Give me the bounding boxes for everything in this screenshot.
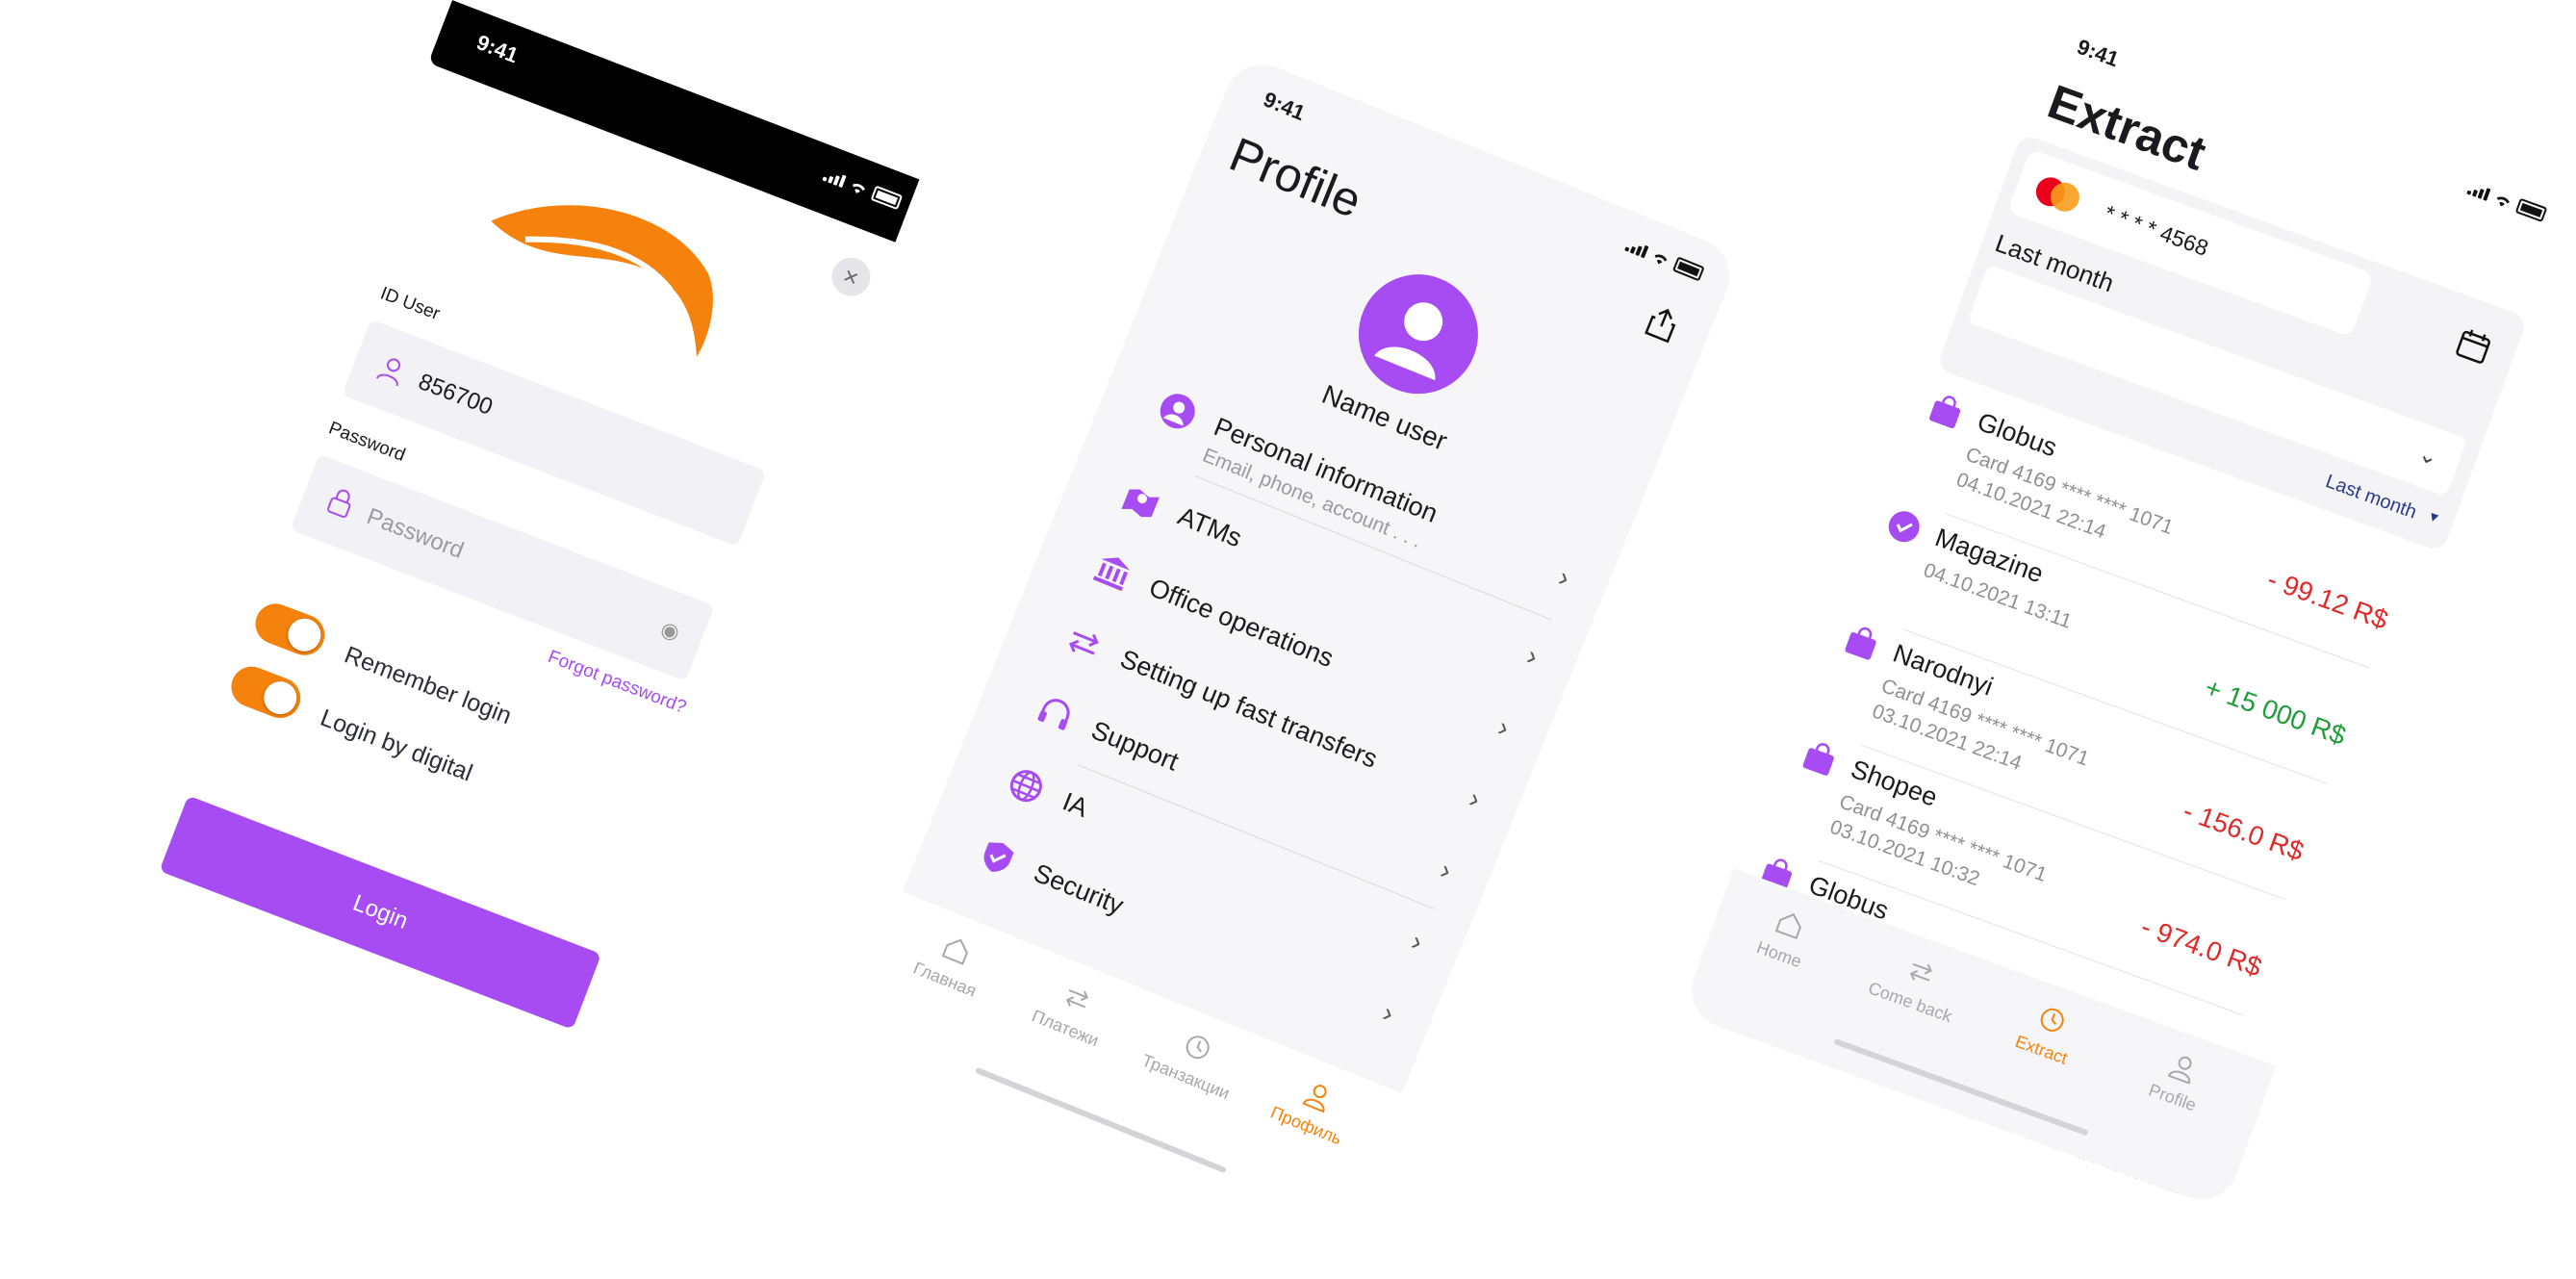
profile-menu: Personal information Email, phone, accou… (983, 53, 1741, 1028)
brand-logo (491, 205, 713, 357)
profile-screen: 9:41 Profile Name user Personal informat… (837, 53, 1742, 1255)
password-input[interactable]: Password (363, 503, 467, 565)
battery-icon (870, 185, 904, 211)
history-icon (2040, 1008, 2064, 1032)
home-icon (1774, 913, 1801, 940)
chevron-right-icon: › (1465, 782, 1485, 814)
close-button[interactable]: × (826, 251, 877, 302)
transaction-amount: - 974.0 R$ (2136, 910, 2266, 983)
shield-icon (983, 842, 1014, 872)
wifi-icon (1654, 254, 1668, 265)
status-icons (2466, 180, 2548, 222)
remember-toggle[interactable] (249, 598, 331, 661)
chevron-right-icon: › (1554, 561, 1574, 594)
map-pin-icon (1121, 489, 1160, 518)
user-icon (1302, 1085, 1327, 1113)
login-screen: 9:41 × ID User 856700 Password Password … (66, 0, 920, 1186)
user-circle-icon (1160, 394, 1195, 429)
status-time: 9:41 (472, 30, 523, 68)
calendar-icon[interactable] (2453, 325, 2495, 368)
chevron-down-icon: ⌄ (2414, 440, 2442, 472)
avatar (1358, 274, 1478, 395)
wifi-icon (2496, 196, 2510, 207)
tab-extract[interactable]: Extract (1979, 985, 2116, 1082)
menu-label: Support (1087, 715, 1183, 777)
digital-toggle[interactable] (225, 660, 307, 725)
share-icon[interactable] (1643, 303, 1682, 345)
bag-icon (1929, 396, 1961, 429)
tab-label: Профиль (1267, 1102, 1345, 1149)
signal-icon (2466, 182, 2491, 201)
tab-profile[interactable]: Профиль (1244, 1060, 1382, 1159)
mastercard-icon (2035, 177, 2079, 212)
transaction-amount: - 156.0 R$ (2179, 795, 2308, 867)
login-button-label: Login (349, 889, 412, 934)
signal-icon (1624, 239, 1649, 258)
page-title: Profile (1222, 127, 1369, 229)
tab-home[interactable]: Главная (883, 913, 1021, 1012)
history-icon (1186, 1036, 1210, 1060)
menu-label: ATMs (1173, 500, 1246, 553)
battery-icon (2514, 197, 2548, 222)
globe-icon (1009, 770, 1042, 803)
menu-label: IA (1058, 786, 1092, 823)
signal-icon (822, 168, 847, 188)
user-icon (375, 358, 401, 387)
status-icons (822, 166, 904, 211)
bag-icon (1802, 743, 1834, 776)
transaction-amount: + 15 000 R$ (2201, 672, 2350, 752)
tab-payments[interactable]: Платежи (1004, 961, 1141, 1061)
transfer-icon (1068, 631, 1099, 655)
bag-icon (1845, 627, 1876, 660)
status-icons (1624, 237, 1705, 282)
tab-home[interactable]: Home (1717, 889, 1853, 985)
chevron-right-icon: › (1493, 711, 1514, 743)
menu-label: Security (1030, 857, 1128, 921)
status-time: 9:41 (1260, 87, 1309, 126)
extract-screen: 9:41 Extract * * * * 4568 Last month ⌄ L… (1680, 0, 2576, 1211)
tab-transactions[interactable]: Транзакции (1124, 1010, 1262, 1110)
user-icon (2167, 1056, 2192, 1085)
login-button[interactable]: Login (159, 795, 602, 1030)
tab-profile[interactable]: Profile (2110, 1033, 2247, 1129)
home-icon (941, 938, 968, 965)
tab-come-back[interactable]: Come back (1848, 937, 1984, 1034)
chevron-right-icon: › (1522, 640, 1543, 672)
wifi-icon (852, 184, 865, 193)
transaction-amount: - 99.12 R$ (2263, 563, 2392, 635)
status-time: 9:41 (2074, 34, 2123, 72)
eye-icon[interactable]: ◉ (657, 616, 683, 646)
tab-label: Платежи (1029, 1006, 1102, 1051)
transfer-icon (1909, 962, 1932, 982)
transfer-icon (1065, 988, 1088, 1009)
id-value: 856700 (415, 368, 497, 421)
battery-icon (1671, 256, 1705, 282)
lock-icon (327, 489, 351, 519)
tab-label: Come back (1865, 978, 1955, 1027)
tab-label: Главная (910, 958, 980, 1001)
id-label: ID User (377, 283, 443, 325)
password-label: Password (325, 418, 408, 466)
card-number: * * * * 4568 (2101, 199, 2212, 261)
caret-down-icon: ▼ (2425, 507, 2443, 526)
headset-icon (1037, 699, 1070, 730)
remember-label: Remember login (341, 641, 516, 730)
chevron-right-icon: › (1436, 854, 1456, 886)
check-icon (1888, 511, 1920, 543)
bank-icon (1092, 557, 1131, 592)
digital-label: Login by digital (317, 703, 476, 787)
chevron-right-icon: › (1378, 997, 1398, 1029)
chevron-right-icon: › (1407, 926, 1427, 958)
close-icon: × (838, 260, 863, 294)
